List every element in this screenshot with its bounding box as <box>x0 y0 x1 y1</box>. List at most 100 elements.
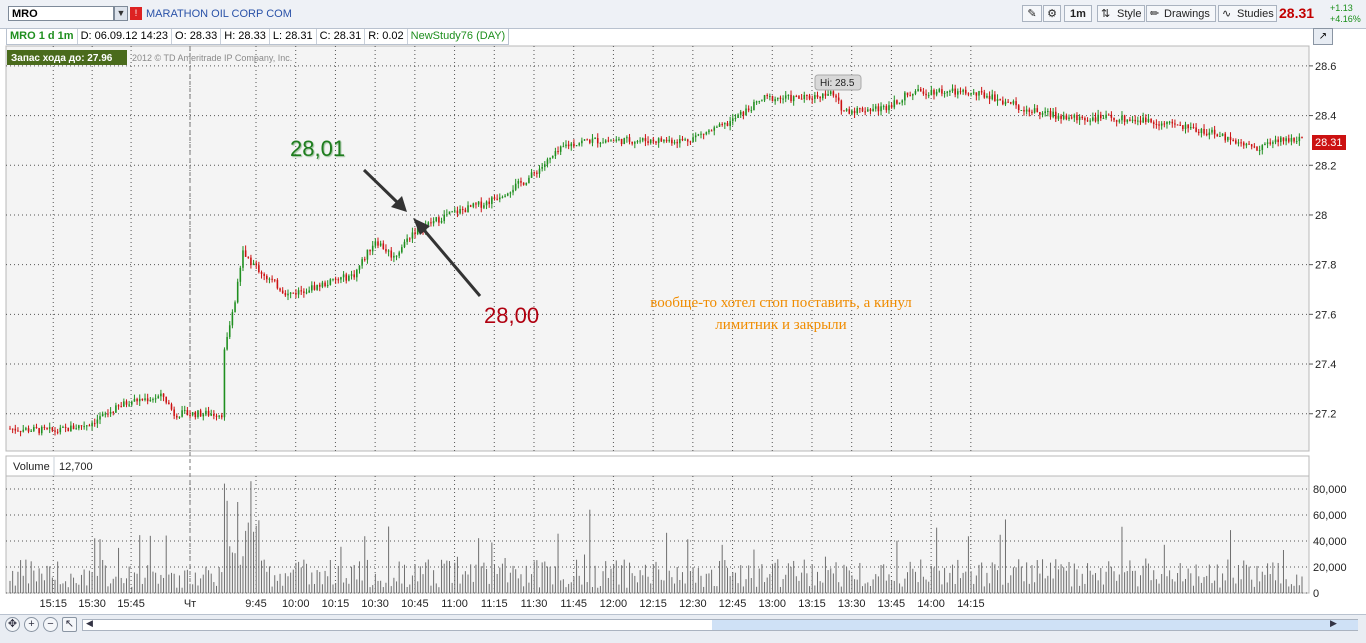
candle-body <box>1150 118 1152 123</box>
candle-body <box>769 96 771 98</box>
candle-body <box>464 209 467 213</box>
candle-body <box>885 106 888 111</box>
candle-body <box>70 425 72 432</box>
candle-body <box>1166 121 1168 125</box>
candle-body <box>287 293 289 296</box>
candle-body <box>266 275 268 280</box>
candle-body <box>234 302 236 313</box>
cursor-icon[interactable]: ↖ <box>62 617 77 632</box>
candle-body <box>1070 117 1073 119</box>
candle-body <box>660 138 663 142</box>
candle-body <box>753 101 755 111</box>
candle-body <box>996 99 999 101</box>
candle-body <box>964 89 967 94</box>
candle-body <box>483 205 485 208</box>
comment-line-1: вообще-то хотел стоп поставить, а кинул <box>650 295 912 311</box>
candle-body <box>348 275 350 281</box>
candle-body <box>1195 127 1197 132</box>
zoom-out-icon[interactable]: − <box>43 617 58 632</box>
zoom-in-icon[interactable]: + <box>24 617 39 632</box>
candle-body <box>912 93 914 96</box>
candle-body <box>596 138 599 144</box>
candle-body <box>1280 137 1282 143</box>
candle-body <box>681 138 684 141</box>
candle-body <box>525 182 528 185</box>
candle-body <box>22 429 25 432</box>
pan-icon[interactable]: ✥ <box>5 617 20 632</box>
candle-body <box>739 111 742 115</box>
scrollbar-thumb[interactable] <box>712 620 1358 630</box>
candle-body <box>448 211 451 215</box>
candle-body <box>941 89 943 94</box>
candle-body <box>215 415 218 417</box>
time-tick-label: 11:15 <box>481 598 508 610</box>
candle-body <box>152 399 154 401</box>
candle-body <box>1282 137 1285 142</box>
time-tick-label: 10:45 <box>401 598 429 610</box>
candle-body <box>276 279 279 289</box>
candle-body <box>1110 114 1113 118</box>
scroll-right-icon[interactable]: ▶ <box>1330 618 1337 629</box>
candle-body <box>591 138 594 143</box>
candle-body <box>480 201 483 208</box>
candle-body <box>808 95 811 99</box>
candle-body <box>864 111 866 113</box>
candle-body <box>1171 121 1174 124</box>
volume-tick-label: 80,000 <box>1313 484 1347 496</box>
candle-body <box>663 139 665 142</box>
candle-body <box>636 141 639 143</box>
candle-body <box>1190 127 1192 129</box>
time-tick-label: 12:45 <box>719 598 747 610</box>
candle-body <box>544 164 546 167</box>
volume-tick-label: 0 <box>1313 588 1319 600</box>
candle-body <box>607 140 610 142</box>
candle-body <box>771 96 774 102</box>
candle-body <box>718 123 721 127</box>
candle-body <box>829 91 832 95</box>
candle-body <box>731 118 734 122</box>
time-tick-label: 13:30 <box>838 598 866 610</box>
candle-body <box>737 114 739 118</box>
candle-body <box>199 410 202 417</box>
candle-body <box>1012 101 1015 104</box>
candle-body <box>594 138 596 140</box>
candle-body <box>1274 139 1277 143</box>
candle-body <box>72 425 75 430</box>
candle-body <box>578 143 581 146</box>
candle-body <box>239 267 242 282</box>
candle-body <box>469 205 472 207</box>
candle-body <box>1081 116 1084 118</box>
candle-body <box>676 142 678 144</box>
candle-body <box>1290 137 1293 142</box>
candle-body <box>1240 142 1242 144</box>
candle-body <box>14 428 17 431</box>
candle-body <box>1293 137 1295 142</box>
candle-body <box>1182 125 1184 130</box>
candle-body <box>414 232 416 234</box>
candle-body <box>231 312 234 326</box>
candle-body <box>549 157 551 160</box>
candle-body <box>1160 123 1163 126</box>
candle-body <box>491 197 493 204</box>
candle-body <box>1002 100 1004 105</box>
candle-body <box>954 88 956 95</box>
candle-body <box>750 110 753 112</box>
candle-body <box>162 393 165 397</box>
candle-body <box>925 93 927 96</box>
candle-body <box>1200 128 1203 134</box>
candle-body <box>123 401 125 407</box>
candle-body <box>822 93 824 99</box>
candle-body <box>1261 145 1264 151</box>
candle-body <box>980 91 983 93</box>
candle-body <box>501 196 504 198</box>
candle-body <box>901 100 904 103</box>
candle-body <box>583 139 586 141</box>
candle-body <box>329 279 332 285</box>
candle-body <box>258 265 260 273</box>
candle-body <box>506 193 509 196</box>
candle-body <box>300 290 303 292</box>
scroll-left-icon[interactable]: ◀ <box>86 618 93 629</box>
candle-body <box>33 427 35 431</box>
candle-body <box>456 210 459 214</box>
candle-body <box>377 241 379 246</box>
